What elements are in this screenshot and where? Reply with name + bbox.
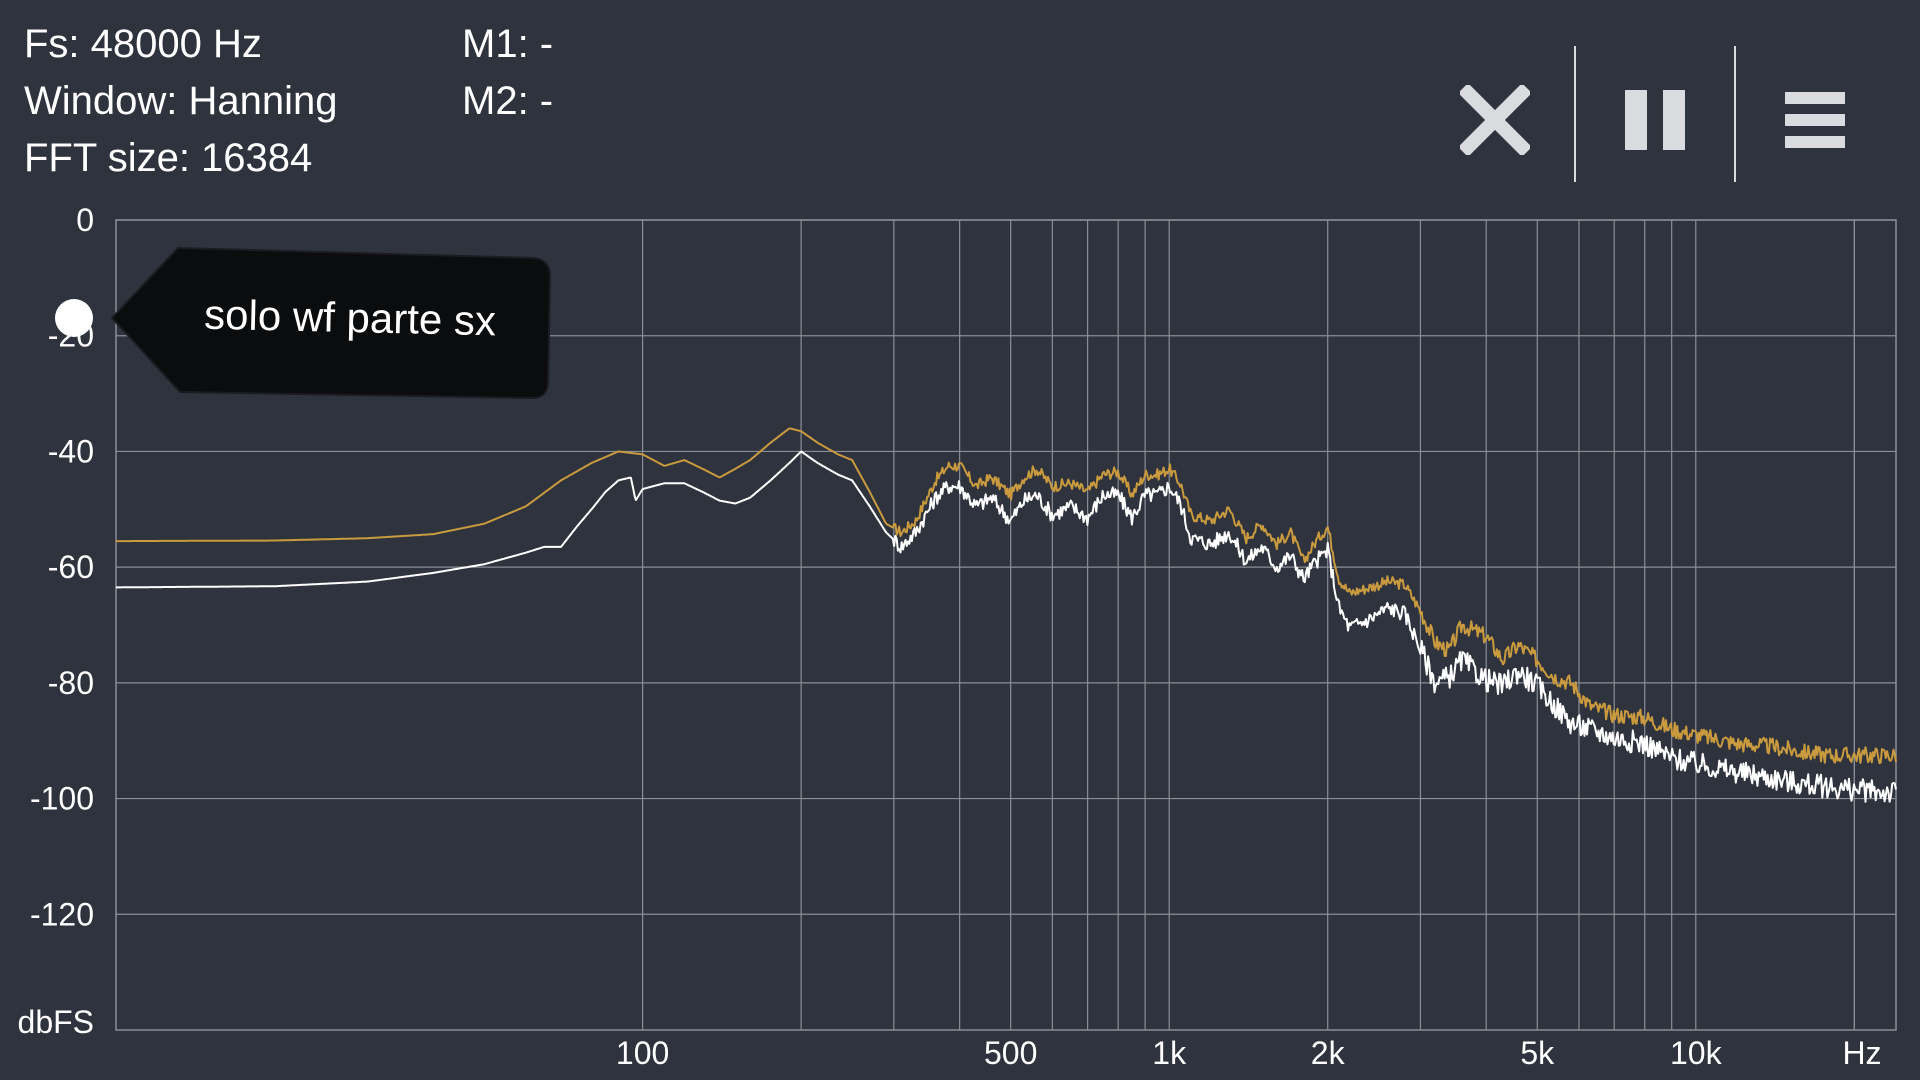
- marker-2-text: M2: -: [462, 79, 554, 123]
- y-axis-label: dbFS: [18, 1004, 94, 1040]
- x-tick-label: 500: [984, 1035, 1037, 1071]
- chart-series: [116, 427, 1897, 803]
- y-tick-label: -40: [48, 433, 94, 469]
- pause-icon: [1625, 90, 1685, 150]
- tooltip-label: solo wf parte sx: [204, 291, 497, 345]
- window-type-text: Window: Hanning: [24, 79, 338, 123]
- marker-tooltip[interactable]: solo wf parte sx: [110, 246, 552, 400]
- close-icon: [1460, 85, 1530, 155]
- x-tick-label: 5k: [1520, 1035, 1555, 1071]
- x-axis-label: Hz: [1842, 1035, 1881, 1071]
- menu-button[interactable]: [1740, 45, 1890, 195]
- fft-size-text: FFT size: 16384: [24, 136, 313, 180]
- x-tick-label: 100: [616, 1035, 669, 1071]
- spectrum-analyzer-screen: 0-20-40-60-80-100-1201005001k2k5k10k dbF…: [0, 0, 1920, 1080]
- y-tick-label: -60: [48, 549, 94, 585]
- series-line-live: [116, 450, 1897, 803]
- marker-handle[interactable]: [55, 299, 93, 337]
- y-tick-label: -100: [30, 781, 94, 817]
- sample-rate-text: Fs: 48000 Hz: [24, 22, 262, 66]
- x-tick-label: 1k: [1152, 1035, 1187, 1071]
- menu-icon: [1785, 92, 1845, 148]
- x-tick-label: 10k: [1670, 1035, 1723, 1071]
- x-tick-label: 2k: [1311, 1035, 1346, 1071]
- y-tick-label: -80: [48, 665, 94, 701]
- pause-button[interactable]: [1580, 45, 1730, 195]
- toolbar-divider: [1574, 46, 1576, 182]
- close-button[interactable]: [1420, 45, 1570, 195]
- marker-1-text: M1: -: [462, 22, 554, 66]
- y-tick-label: 0: [76, 202, 94, 238]
- y-tick-label: -120: [30, 896, 94, 932]
- series-line-peak: [116, 427, 1897, 765]
- toolbar-divider: [1734, 46, 1736, 182]
